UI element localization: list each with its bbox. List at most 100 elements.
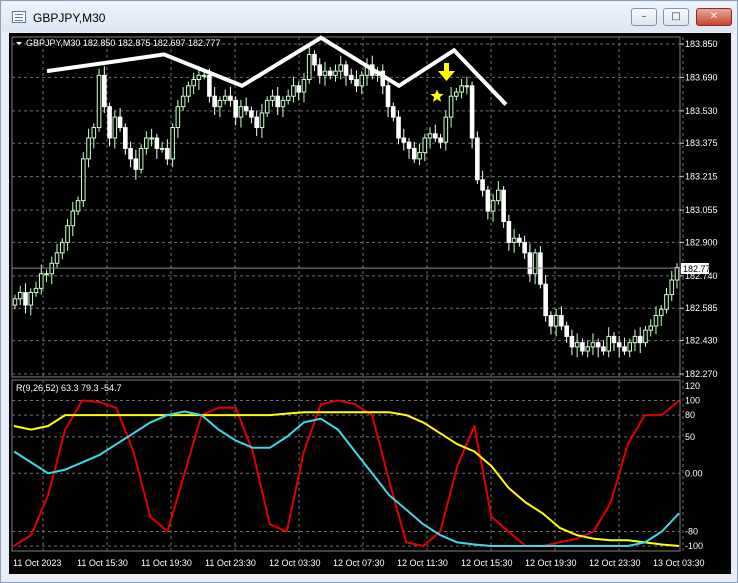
- bullish-candle-body: [653, 315, 659, 327]
- price-tick-label: 182.270: [685, 369, 718, 379]
- indicator-tick-label: 100: [685, 396, 700, 406]
- star-icon: [430, 89, 444, 102]
- bullish-candle-body: [59, 241, 65, 254]
- bearish-candle-body: [543, 283, 548, 317]
- bearish-candle-body: [243, 106, 249, 112]
- bearish-candle-body: [317, 64, 323, 76]
- title-bar[interactable]: GBPJPY,M30 – □ ✕: [2, 2, 736, 32]
- bearish-candle-body: [485, 189, 491, 212]
- current-price-label: 182.777: [683, 264, 716, 274]
- price-tick-label: 183.375: [685, 138, 718, 148]
- indicator-header-text: R(9,26,52) 63.3 79.3 -54.7: [16, 383, 122, 393]
- bearish-candle-body: [154, 137, 160, 149]
- chart-area[interactable]: 183.850 183.690 183.530 183.375 183.215 183.0…: [9, 33, 731, 574]
- bullish-candle-body: [417, 152, 422, 160]
- bearish-candle-body: [343, 64, 349, 76]
- indicator-line-2: [13, 411, 680, 547]
- bearish-candle-body: [433, 133, 438, 139]
- bearish-candle-body: [611, 335, 617, 344]
- maximize-button[interactable]: □: [663, 8, 689, 26]
- indicator-tick-label: -100: [685, 541, 703, 551]
- bullish-candle-body: [333, 70, 338, 76]
- bearish-candle-body: [23, 292, 28, 306]
- bullish-candle-body: [28, 292, 34, 306]
- bearish-candle-body: [616, 342, 622, 348]
- time-axis-label: 12 Oct 03:30: [269, 558, 321, 568]
- bearish-candle-body: [569, 335, 575, 348]
- bearish-candle-body: [595, 342, 601, 348]
- bearish-candle-body: [249, 110, 254, 118]
- time-axis-label: 11 Oct 23:30: [205, 558, 256, 568]
- bullish-candle-body: [138, 147, 144, 170]
- bullish-candle-body: [459, 85, 464, 93]
- bearish-candle-body: [275, 95, 280, 108]
- indicator-tick-label: 120: [685, 381, 700, 391]
- bearish-candle-body: [390, 106, 396, 118]
- bullish-candle-body: [112, 116, 118, 139]
- bearish-candle-body: [396, 116, 401, 139]
- bullish-candle-body: [70, 210, 76, 227]
- bullish-candle-body: [91, 127, 97, 139]
- price-tick-label: 183.850: [685, 39, 718, 49]
- bearish-candle-body: [517, 237, 522, 243]
- bearish-candle-body: [527, 252, 533, 275]
- bullish-candle-body: [191, 79, 196, 87]
- time-axis-label: 12 Oct 11:30: [397, 558, 448, 568]
- bearish-candle-body: [438, 137, 443, 143]
- price-panel-frame: [11, 36, 681, 378]
- bullish-candle-body: [38, 273, 44, 289]
- bullish-candle-body: [585, 346, 590, 352]
- time-axis-label: 12 Oct 07:30: [333, 558, 385, 568]
- bearish-candle-body: [412, 147, 417, 160]
- close-button[interactable]: ✕: [696, 8, 732, 26]
- bullish-candle-body: [648, 325, 654, 331]
- bullish-candle-body: [44, 273, 49, 276]
- price-tick-label: 183.530: [685, 106, 718, 116]
- bullish-candle-body: [259, 112, 265, 129]
- bullish-candle-body: [574, 342, 580, 348]
- bullish-candle-body: [664, 294, 669, 310]
- bullish-candle-body: [196, 74, 202, 81]
- bearish-candle-body: [133, 158, 139, 170]
- indicator-line-1: [13, 399, 680, 547]
- indicator-tick-label: 0.00: [685, 468, 703, 478]
- indicator-line-3: [13, 410, 680, 547]
- bullish-candle-body: [186, 85, 191, 97]
- price-tick-label: 182.585: [685, 303, 718, 313]
- bullish-candle-body: [359, 74, 365, 87]
- bullish-candle-body: [454, 91, 459, 97]
- bearish-candle-body: [354, 79, 359, 87]
- bearish-candle-body: [296, 85, 302, 93]
- bearish-candle-body: [385, 85, 391, 108]
- chart-window-icon: [12, 11, 26, 23]
- chart-window: GBPJPY,M30 – □ ✕ 183.850 183.690 183.530 18…: [0, 0, 738, 583]
- bearish-candle-body: [480, 179, 485, 191]
- dropdown-triangle-icon[interactable]: [16, 42, 22, 45]
- bearish-candle-body: [559, 315, 564, 327]
- indicator-tick-label: 80: [685, 410, 695, 420]
- bullish-candle-body: [65, 225, 70, 243]
- time-axis-label: 12 Oct 15:30: [461, 558, 513, 568]
- bearish-candle-body: [207, 74, 212, 97]
- bullish-candle-body: [632, 335, 638, 344]
- bearish-candle-body: [564, 325, 569, 337]
- minimize-button[interactable]: –: [631, 8, 657, 26]
- bullish-candle-body: [96, 74, 102, 129]
- bearish-candle-body: [406, 141, 412, 149]
- bullish-candle-body: [590, 342, 596, 348]
- bearish-candle-body: [165, 147, 170, 160]
- bullish-candle-body: [175, 106, 181, 129]
- bullish-candle-body: [264, 99, 270, 114]
- bullish-candle-body: [291, 85, 296, 97]
- bearish-candle-body: [128, 147, 133, 160]
- bullish-candle-body: [669, 279, 675, 296]
- bullish-candle-body: [144, 137, 149, 149]
- bullish-candle-body: [511, 237, 517, 243]
- chart-svg[interactable]: 183.850 183.690 183.530 183.375 183.215 183.0…: [9, 33, 731, 574]
- bullish-candle-body: [149, 137, 154, 140]
- bearish-candle-body: [501, 189, 506, 223]
- bearish-candle-body: [327, 70, 333, 76]
- bullish-candle-body: [222, 95, 228, 101]
- bearish-candle-body: [506, 221, 512, 243]
- bullish-candle-body: [532, 252, 538, 275]
